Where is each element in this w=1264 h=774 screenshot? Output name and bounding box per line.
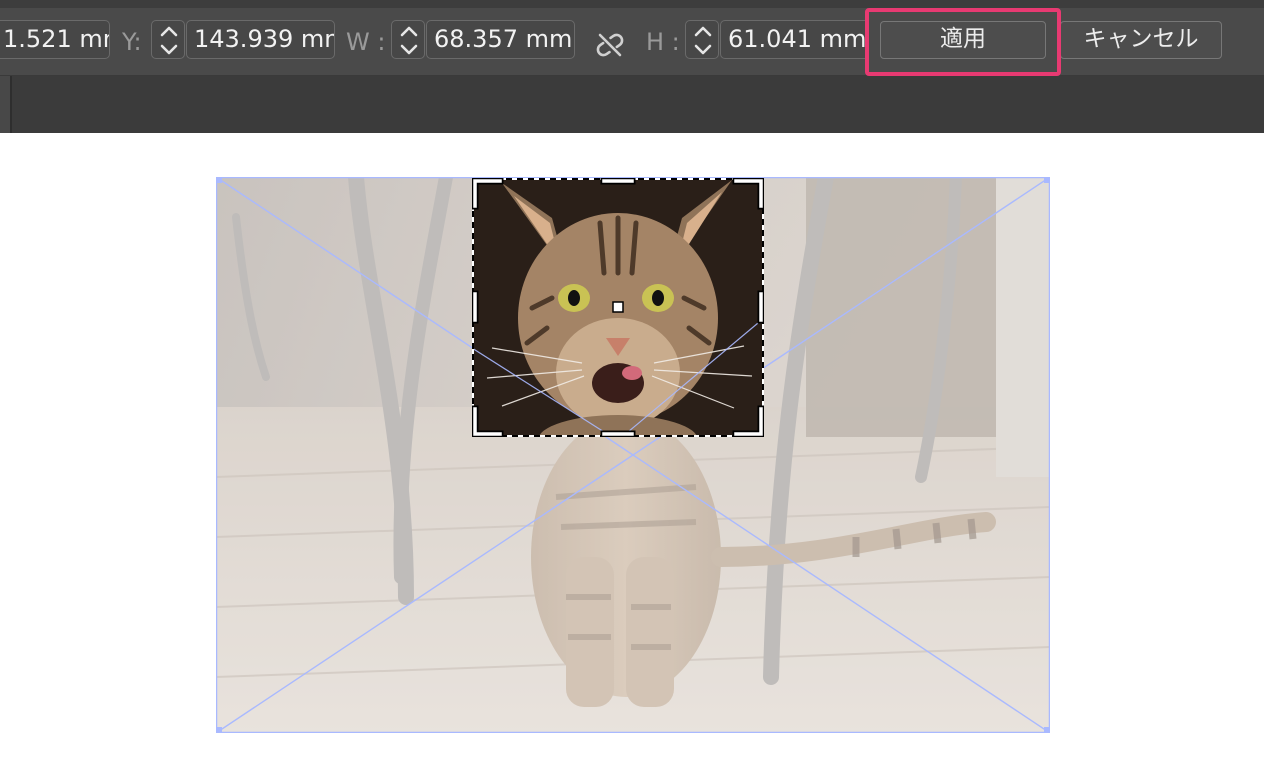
w-value: 68.357 — [434, 25, 518, 53]
crop-region[interactable] — [472, 178, 764, 437]
w-label: W : — [346, 28, 386, 56]
w-stepper[interactable] — [391, 20, 425, 59]
crop-toolbar: 1.521 mm Y: 143.939 mm W : 68.357 mm H : — [0, 0, 1264, 76]
panel-edge — [0, 76, 12, 133]
crop-center-point[interactable] — [612, 301, 624, 313]
y-stepper[interactable] — [151, 20, 185, 59]
y-position-field[interactable]: 143.939 mm — [186, 20, 335, 59]
apply-highlight-annotation — [865, 8, 1061, 76]
up-down-arrows-icon — [694, 26, 712, 55]
h-unit: mm — [819, 25, 867, 53]
up-down-arrows-icon — [400, 26, 418, 55]
y-unit: mm — [300, 25, 334, 53]
height-field[interactable]: 61.041 mm — [720, 20, 869, 59]
width-field[interactable]: 68.357 mm — [426, 20, 575, 59]
x-value: 1.521 — [3, 25, 72, 53]
h-value: 61.041 — [728, 25, 812, 53]
y-label: Y: — [122, 28, 142, 56]
x-unit: mm — [79, 25, 109, 53]
unlink-icon — [596, 33, 624, 57]
x-position-field[interactable]: 1.521 mm — [0, 20, 110, 59]
cancel-button[interactable]: キャンセル — [1060, 21, 1222, 59]
up-down-arrows-icon — [160, 26, 178, 55]
w-unit: mm — [525, 25, 573, 53]
constrain-proportions-toggle[interactable] — [593, 28, 627, 62]
h-stepper[interactable] — [685, 20, 719, 59]
options-bar-strip — [0, 76, 1264, 133]
y-value: 143.939 — [194, 25, 294, 53]
h-label: H : — [646, 28, 680, 56]
